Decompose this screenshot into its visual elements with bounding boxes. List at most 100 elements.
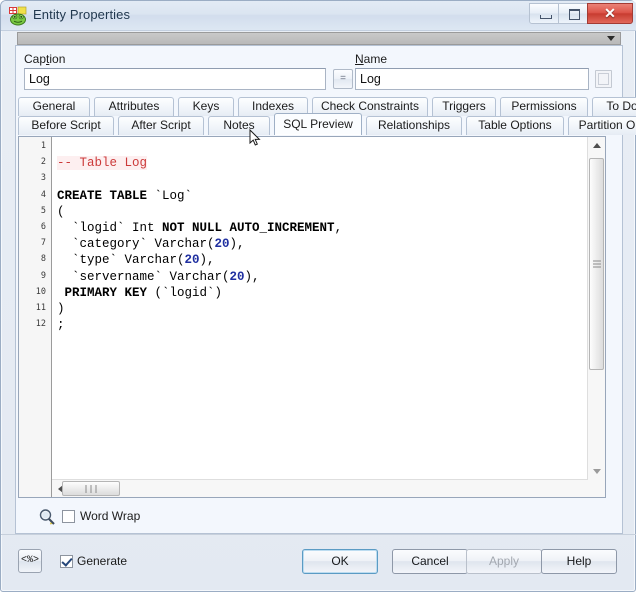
tab-label: Triggers — [442, 99, 486, 113]
code-token-plain: `type` Varchar( — [57, 253, 185, 268]
line-number: 4 — [40, 189, 46, 200]
close-icon: ✕ — [604, 5, 616, 21]
tab-table-options[interactable]: Table Options — [466, 116, 564, 135]
code-token-plain: (`logid`) — [154, 285, 223, 300]
line-number: 7 — [40, 238, 46, 249]
code-token-plain: `servername` Varchar( — [57, 269, 230, 284]
window-controls: ✕ — [529, 3, 633, 25]
tab-attributes[interactable]: Attributes — [94, 97, 174, 116]
caption-input[interactable] — [24, 68, 326, 90]
help-button[interactable]: Help — [541, 549, 617, 574]
tab-relationships[interactable]: Relationships — [366, 116, 462, 135]
code-line: `type` Varchar(20), — [52, 252, 587, 268]
maximize-button[interactable] — [558, 3, 588, 24]
scroll-down-button[interactable] — [588, 463, 605, 480]
tab-label: Partition Options — [578, 118, 636, 132]
collapse-bar[interactable] — [17, 32, 621, 45]
tab-permissions[interactable]: Permissions — [500, 97, 588, 116]
maximize-icon — [569, 9, 580, 20]
sql-preview-editor[interactable]: 1 2 3 4 5 6 7 8 9 10 11 12 -- Table Log CREATE TABL… — [18, 136, 606, 498]
code-token-plain: `logid` Int — [57, 220, 163, 235]
vertical-scrollbar[interactable] — [587, 137, 605, 480]
code-line: `category` Varchar(20), — [52, 236, 587, 252]
tab-label: Check Constraints — [320, 99, 420, 113]
script-code-button[interactable]: <%> — [18, 549, 42, 573]
code-line: ; — [52, 317, 587, 333]
cancel-button[interactable]: Cancel — [392, 549, 468, 574]
tab-partition-options[interactable]: Partition Options — [568, 116, 636, 135]
code-token-plain: ), — [244, 269, 260, 284]
tab-label: Relationships — [377, 118, 451, 132]
tab-row-secondary: Before Script After Script Notes SQL Previe… — [16, 113, 636, 135]
chevron-down-icon — [607, 36, 615, 41]
scroll-grip-h-icon — [84, 482, 99, 496]
tab-triggers[interactable]: Triggers — [432, 97, 496, 116]
name-label: Name — [355, 52, 388, 66]
code-line: PRIMARY KEY (`logid`) — [52, 285, 587, 301]
code-token-plain: ) — [57, 301, 65, 316]
horizontal-scroll-thumb[interactable] — [62, 481, 120, 496]
scroll-grip-icon — [592, 259, 601, 270]
vertical-scroll-thumb[interactable] — [589, 158, 604, 370]
tab-label: SQL Preview — [283, 117, 353, 131]
code-token-plain: `Log` — [154, 188, 193, 203]
ok-button[interactable]: OK — [302, 549, 378, 574]
line-number: 10 — [35, 286, 46, 297]
name-note-icon[interactable] — [595, 70, 612, 88]
window-title: Entity Properties — [33, 7, 131, 22]
generate-checkbox[interactable] — [60, 555, 73, 568]
code-token-num: 20 — [229, 269, 245, 284]
code-token-plain: `category` Varchar( — [57, 237, 215, 252]
line-number: 3 — [40, 173, 46, 184]
code-token-plain: ), — [229, 237, 245, 252]
tab-label: Before Script — [31, 118, 101, 132]
line-number: 12 — [35, 319, 46, 330]
name-input[interactable] — [355, 68, 589, 90]
horizontal-scrollbar[interactable] — [52, 479, 588, 497]
footer-divider — [1, 534, 636, 535]
close-button[interactable]: ✕ — [587, 3, 633, 24]
line-number: 11 — [35, 303, 46, 313]
caption-label: Caption — [24, 52, 66, 66]
scrollbar-corner — [588, 480, 605, 497]
code-token-plain: ), — [199, 253, 215, 268]
tab-notes[interactable]: Notes — [208, 116, 270, 135]
line-number-gutter: 1 2 3 4 5 6 7 8 9 10 11 12 — [19, 137, 52, 497]
tab-label: General — [32, 99, 76, 113]
tab-keys[interactable]: Keys — [178, 97, 234, 116]
code-token-comment: -- Table Log — [57, 156, 148, 171]
line-number: 5 — [40, 205, 46, 216]
tab-label: Table Options — [478, 118, 552, 132]
title-bar: Entity Properties ✕ — [1, 1, 636, 31]
code-line: `logid` Int NOT NULL AUTO_INCREMENT, — [52, 220, 587, 236]
sql-code-content[interactable]: -- Table Log CREATE TABLE `Log`( `logid`… — [52, 137, 587, 479]
code-line: CREATE TABLE `Log` — [52, 188, 587, 204]
entity-properties-window: Entity Properties ✕ Caption = Name Gener… — [0, 0, 636, 592]
code-token-plain: , — [334, 220, 343, 235]
line-number: 9 — [40, 270, 46, 281]
magnifier-icon[interactable] — [38, 508, 56, 526]
code-token-kw: PRIMARY KEY — [57, 285, 155, 300]
line-number: 8 — [40, 254, 46, 265]
code-token-num: 20 — [184, 253, 200, 268]
code-token-kw: CREATE TABLE — [57, 188, 155, 203]
tab-sql-preview[interactable]: SQL Preview — [274, 113, 362, 135]
code-line: -- Table Log — [52, 155, 587, 171]
client-panel: Caption = Name General Attributes Keys Inde… — [15, 45, 636, 534]
minimize-button[interactable] — [529, 3, 559, 24]
tab-label: Keys — [192, 99, 220, 113]
sync-equals-button[interactable]: = — [333, 69, 353, 89]
tab-general[interactable]: General — [18, 97, 90, 116]
tab-label: After Script — [131, 118, 191, 132]
tab-after-script[interactable]: After Script — [118, 116, 204, 135]
scroll-up-button[interactable] — [588, 137, 605, 154]
tab-before-script[interactable]: Before Script — [18, 116, 114, 135]
word-wrap-checkbox[interactable] — [62, 510, 75, 523]
tab-to-do[interactable]: To Do — [592, 97, 636, 116]
entity-table-icon — [9, 6, 27, 26]
code-token-plain: ; — [57, 318, 65, 333]
tab-label: Indexes — [251, 99, 295, 113]
apply-button: Apply — [466, 549, 542, 574]
